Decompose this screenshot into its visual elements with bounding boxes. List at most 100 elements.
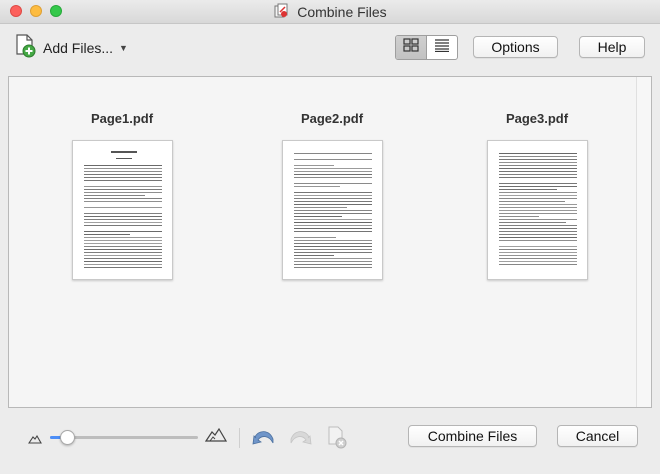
options-button[interactable]: Options (473, 36, 558, 58)
list-view-icon (434, 38, 450, 57)
thumbnail-text-line (293, 198, 372, 199)
thumbnail-text-line (498, 249, 577, 250)
small-mountain-icon[interactable] (27, 431, 42, 449)
zoom-slider-knob[interactable] (60, 430, 76, 445)
remove-document-icon[interactable] (327, 425, 347, 454)
thumbnail-text-line (83, 174, 162, 175)
help-button[interactable]: Help (579, 36, 645, 58)
undo-arrow-icon[interactable] (252, 427, 276, 452)
thumbnail-text-line (83, 249, 162, 250)
thumbnail-text-line (498, 246, 577, 247)
thumbnail-text-line (83, 168, 162, 169)
thumbnail-text-line (293, 264, 372, 265)
list-view-button[interactable] (427, 36, 457, 59)
thumbnail-text-line (293, 213, 372, 214)
thumbnail-text-line (83, 255, 162, 256)
file-item[interactable]: Page2.pdf (262, 111, 402, 280)
grid-view-icon (403, 38, 419, 57)
large-mountain-icon[interactable] (204, 427, 228, 447)
thumbnail-text-line (498, 255, 577, 256)
add-files-label: Add Files... (43, 40, 114, 56)
vertical-scrollbar[interactable] (636, 77, 651, 407)
add-files-button[interactable]: Add Files... ▼ (14, 33, 128, 63)
thumbnail-text-line (83, 189, 162, 190)
thumbnail-text-line (498, 228, 577, 229)
page-thumbnail[interactable] (281, 140, 383, 280)
thumbnail-text-line (83, 225, 162, 226)
thumbnail-text-line (83, 192, 162, 193)
thumbnail-text-line (498, 207, 577, 208)
toolbar: Add Files... ▼ Options Help (0, 25, 660, 73)
thumbnail-text-line (83, 261, 162, 262)
thumbnail-text-line (293, 186, 340, 187)
thumbnail-text-line (498, 153, 577, 154)
add-document-icon (14, 33, 36, 63)
combine-files-button[interactable]: Combine Files (408, 425, 537, 447)
thumbnail-text-line (498, 174, 577, 175)
thumbnail-text-line (293, 219, 372, 220)
thumbnail-text-line (293, 231, 372, 232)
thumbnail-text-line (293, 267, 372, 268)
redo-arrow-icon[interactable] (288, 427, 312, 452)
thumbnail-text-line (83, 231, 162, 232)
thumbnail-text-line (498, 210, 577, 211)
thumbnail-text-line (293, 207, 347, 208)
cancel-button[interactable]: Cancel (557, 425, 638, 447)
thumbnail-text-line (83, 195, 146, 196)
thumbnail-text-line (83, 264, 162, 265)
thumbnail-text-line (498, 156, 577, 157)
thumbnail-text-line (293, 216, 343, 217)
thumbnail-text-line (498, 264, 577, 265)
thumbnail-text-line (498, 237, 577, 238)
thumbnail-text-line (83, 222, 162, 223)
thumbnail-text-line (498, 189, 558, 190)
thumbnail-text-line (293, 204, 372, 205)
thumbnail-text-line (293, 159, 372, 160)
thumbnail-text-line (293, 249, 372, 250)
thumbnail-text-line (293, 222, 372, 223)
page-thumbnail[interactable] (71, 140, 173, 280)
file-name: Page1.pdf (90, 111, 154, 126)
thumbnail-text-line (293, 210, 372, 211)
thumbnail-text-line (83, 252, 162, 253)
thumbnail-text-line (293, 252, 372, 253)
thumbnail-text-line (83, 234, 131, 235)
thumbnail-text-line (498, 183, 577, 184)
thumbnail-text-line (83, 177, 162, 178)
thumbnail-text-line (498, 222, 566, 223)
file-list-area[interactable]: Page1.pdf Page2.pdf Page3.pdf (8, 76, 652, 408)
thumbnail-text-line (498, 186, 577, 187)
thumbnail-text-line (293, 258, 372, 259)
grid-view-button[interactable] (396, 36, 427, 59)
file-item[interactable]: Page1.pdf (52, 111, 192, 280)
thumbnail-text-line (83, 201, 162, 202)
thumbnail-text-line (83, 213, 162, 214)
thumbnail-text-line (83, 207, 162, 208)
chevron-down-icon: ▼ (119, 43, 128, 53)
thumbnail-text-line (498, 204, 577, 205)
page-thumbnail[interactable] (486, 140, 588, 280)
thumbnail-text-line (83, 186, 162, 187)
thumbnail-text-line (498, 216, 540, 217)
app-icon (273, 3, 289, 22)
thumbnail-text-line (498, 213, 577, 214)
thumbnail-text-line (498, 252, 577, 253)
thumbnail-text-line (293, 246, 372, 247)
thumbnail-text-line (293, 165, 335, 166)
thumbnail-text-line (83, 198, 162, 199)
thumbnail-text-line (293, 261, 372, 262)
file-name: Page2.pdf (300, 111, 364, 126)
bottom-bar: Combine Files Cancel (0, 410, 660, 474)
file-name: Page3.pdf (505, 111, 569, 126)
thumbnail-text-line (293, 243, 372, 244)
thumbnail-text-line (293, 255, 334, 256)
thumbnail-text-line (293, 192, 372, 193)
window-title: Combine Files (297, 4, 387, 20)
thumbnail-text-line (498, 171, 577, 172)
toolbar-divider (239, 428, 240, 448)
file-item[interactable]: Page3.pdf (467, 111, 607, 280)
thumbnail-text-line (293, 171, 372, 172)
thumbnail-text-line (498, 162, 577, 163)
thumbnail-text-line (293, 237, 336, 238)
thumbnail-text-line (83, 246, 162, 247)
